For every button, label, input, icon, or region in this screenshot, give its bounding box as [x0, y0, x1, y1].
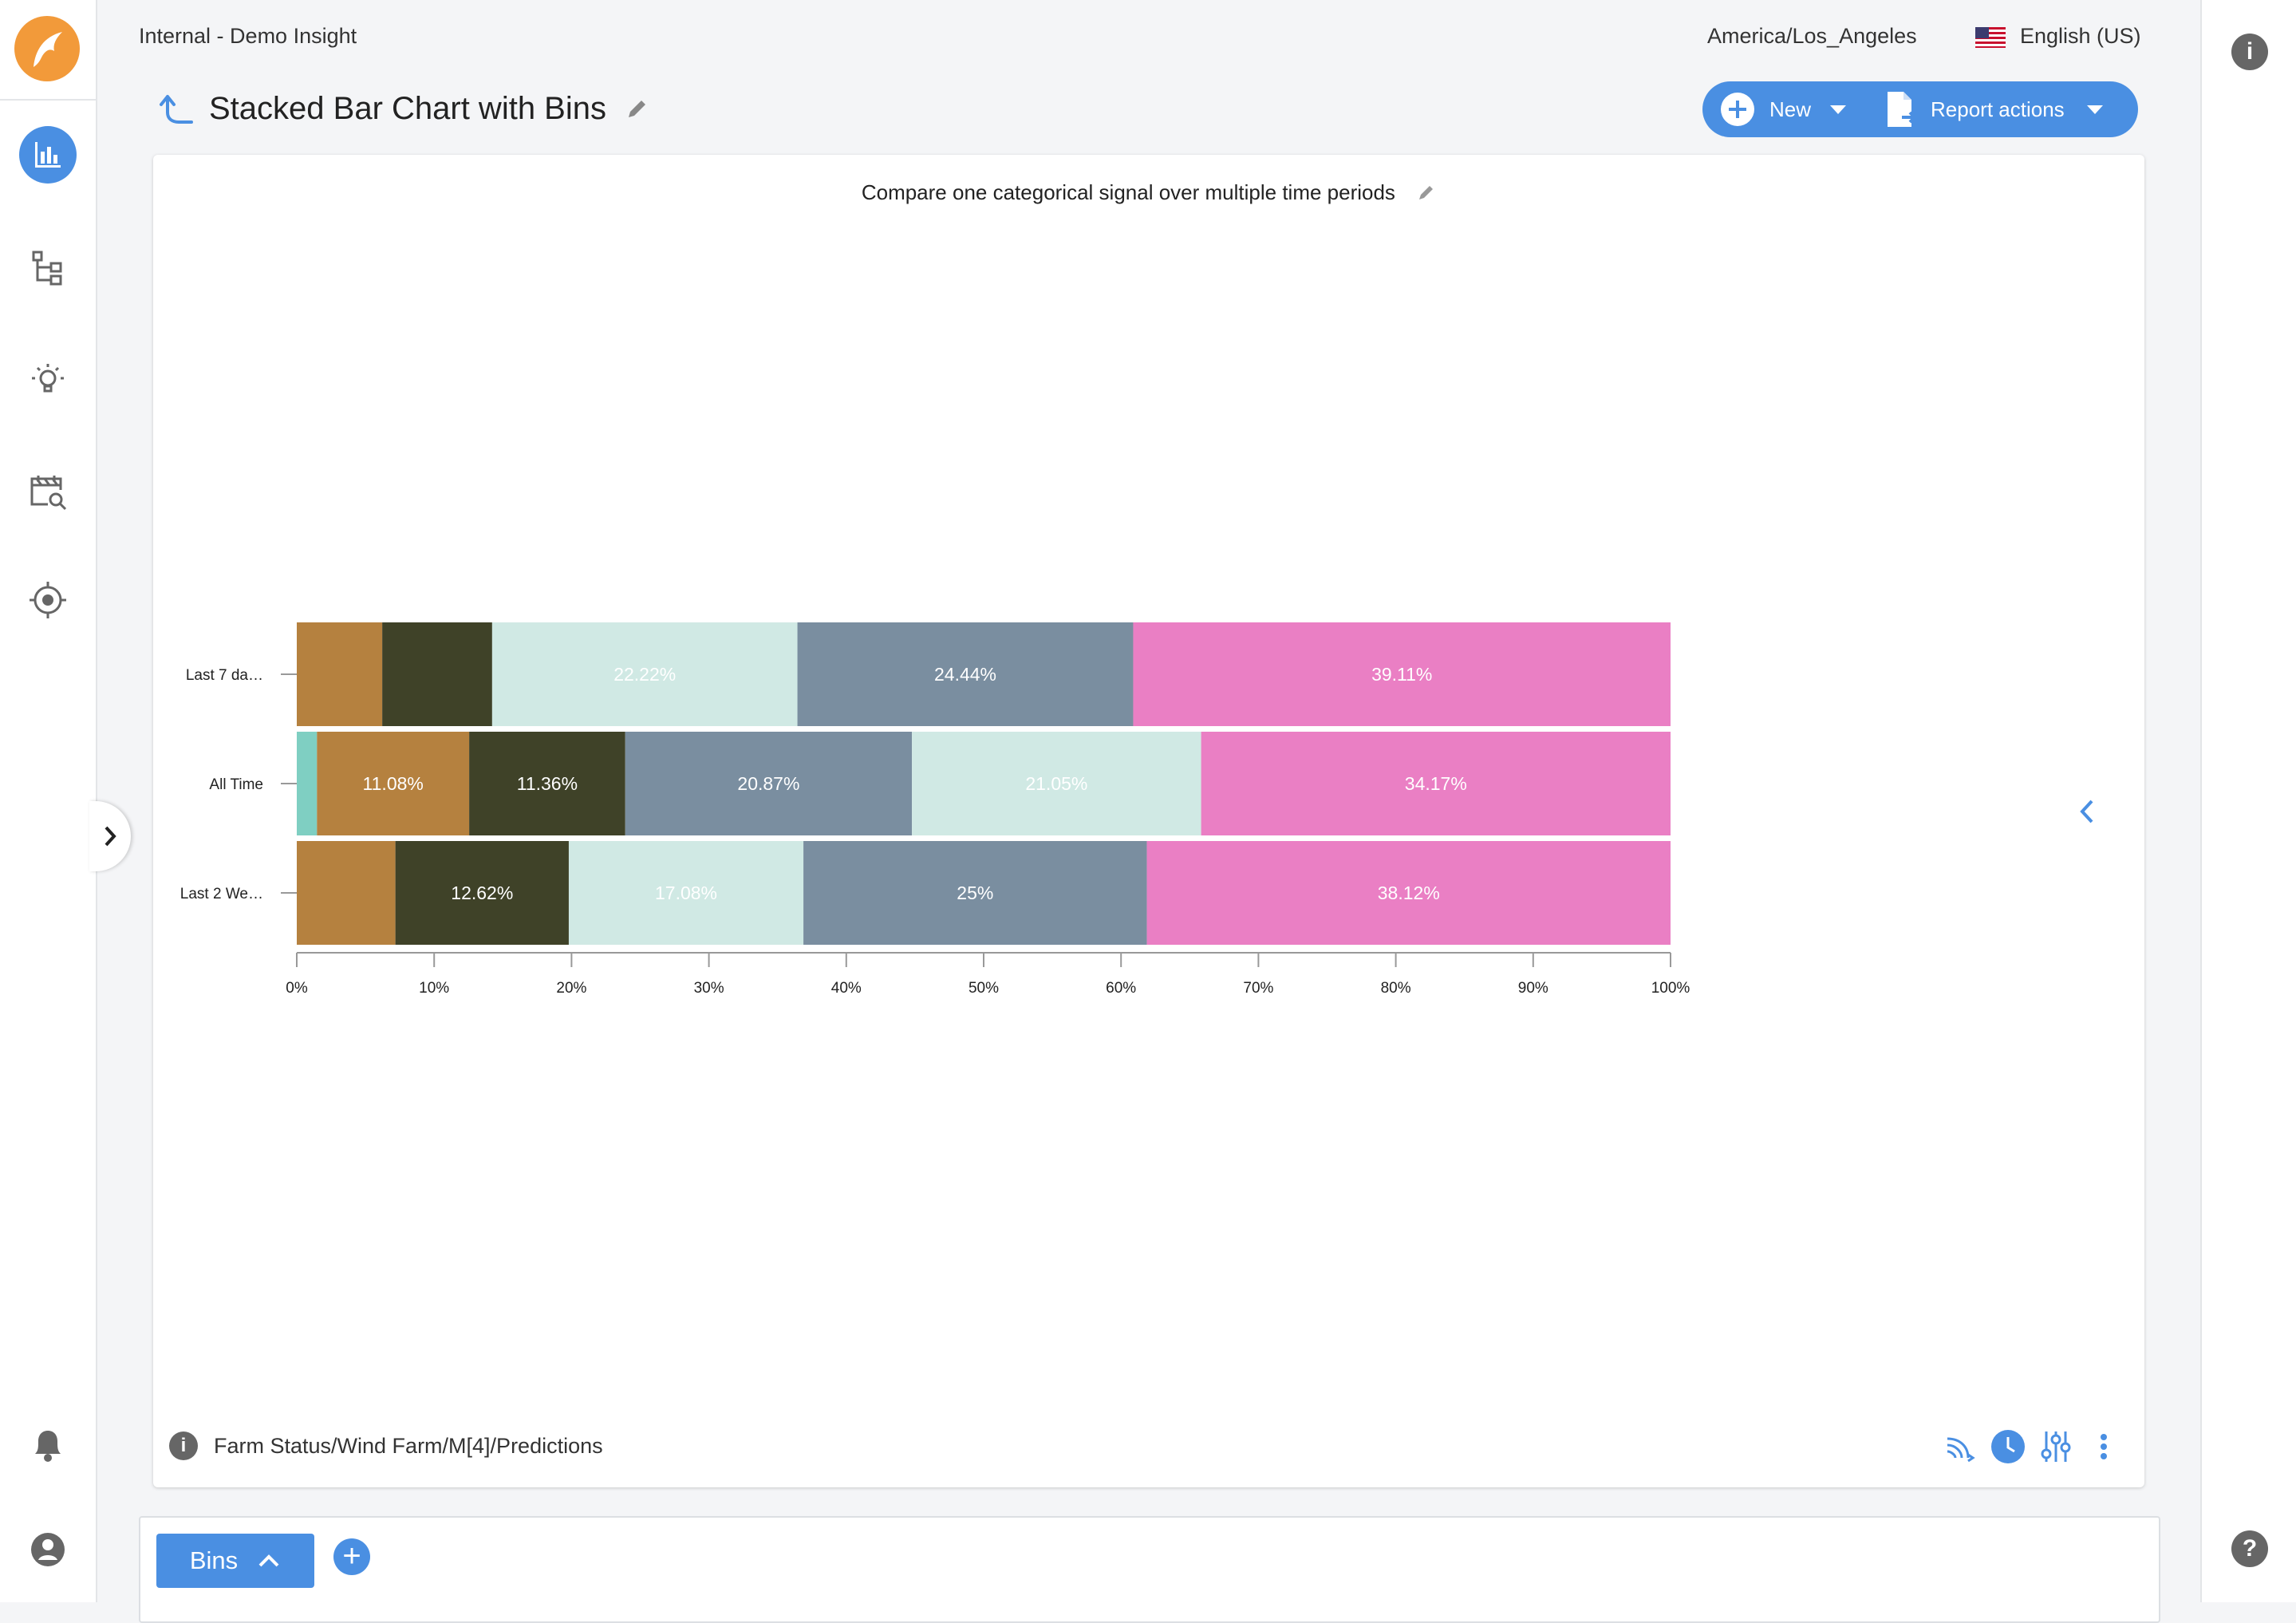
nav-analysis[interactable] [11, 118, 85, 192]
report-actions-button[interactable]: Report actions [1884, 90, 2103, 128]
segment-value-label: 21.05% [1025, 773, 1087, 794]
chevron-left-icon[interactable] [2076, 798, 2100, 825]
bell-icon [35, 1431, 61, 1462]
segment-value-label: 34.17% [1405, 773, 1467, 794]
segment-value-label: 39.11% [1371, 664, 1432, 685]
edit-title-icon[interactable] [625, 97, 649, 120]
segment-value-label: 12.62% [451, 883, 513, 903]
x-tick-label: 80% [1381, 980, 1411, 997]
new-dropdown-icon [1830, 105, 1847, 114]
signal-path: Farm Status/Wind Farm/M[4]/Predictions [214, 1433, 603, 1458]
chevron-up-icon [258, 1554, 279, 1567]
nav-asset-tree[interactable] [11, 231, 85, 305]
x-tick-label: 40% [831, 980, 862, 997]
info-icon[interactable]: i [2231, 34, 2268, 70]
segment-value-label: 38.12% [1378, 883, 1440, 903]
lightbulb-icon [32, 364, 64, 393]
settings-sliders-icon[interactable] [2036, 1427, 2076, 1467]
help-icon[interactable]: ? [2231, 1530, 2268, 1567]
bar-segment [382, 622, 492, 726]
nav-target[interactable] [11, 563, 85, 637]
add-bin-button[interactable]: + [333, 1538, 370, 1575]
stacked-bar-chart: 0% 10% 20% 30% 40% 50% 60% 70% 80% 90% 100% 22.22% 2… [180, 622, 1690, 997]
app-logo[interactable] [14, 16, 80, 81]
clock-icon[interactable] [1988, 1427, 2028, 1467]
segment-value-label: 22.22% [613, 664, 676, 685]
page-title: Stacked Bar Chart with Bins [209, 90, 606, 126]
bins-label: Bins [189, 1546, 239, 1574]
x-tick-label: 20% [556, 980, 586, 997]
language-selector[interactable]: English (US) [2020, 24, 2141, 49]
add-circle-icon [1721, 93, 1754, 126]
signal-footer: i Farm Status/Wind Farm/M[4]/Predictions [169, 1431, 603, 1460]
nav-divider [0, 99, 96, 101]
chevron-right-icon [105, 826, 116, 847]
left-nav [0, 0, 97, 1602]
nav-notifications[interactable] [11, 1408, 85, 1481]
bar-chart-icon [19, 126, 77, 184]
x-tick-label: 30% [694, 980, 724, 997]
x-tick-label: 100% [1651, 980, 1690, 997]
x-tick-label: 50% [969, 980, 999, 997]
segment-value-label: 20.87% [737, 773, 799, 794]
trend-icon[interactable] [1940, 1427, 1980, 1467]
bar-segment [297, 732, 318, 835]
signal-info-icon[interactable]: i [169, 1431, 198, 1460]
x-tick-label: 70% [1243, 980, 1273, 997]
x-tick-label: 90% [1518, 980, 1548, 997]
x-tick-label: 0% [286, 980, 308, 997]
chart-card: Compare one categorical signal over mult… [153, 155, 2144, 1487]
segment-value-label: 11.08% [363, 773, 424, 794]
segment-value-label: 25% [957, 883, 993, 903]
nav-account[interactable] [11, 1513, 85, 1586]
report-actions-label: Report actions [1931, 97, 2065, 121]
bins-tab-button[interactable]: Bins [156, 1534, 314, 1588]
category-label: Last 2 We… [180, 886, 263, 902]
segment-value-label: 17.08% [655, 883, 717, 903]
target-icon [30, 582, 66, 618]
workspace-name[interactable]: Internal - Demo Insight [139, 24, 357, 49]
segment-value-label: 24.44% [934, 664, 996, 685]
new-label: New [1769, 97, 1812, 121]
timezone-selector[interactable]: America/Los_Angeles [1707, 24, 1917, 49]
new-button[interactable]: New [1720, 92, 1847, 127]
action-bar: New Report actions [1702, 81, 2138, 137]
report-file-icon [1888, 92, 1917, 127]
bar-segment [297, 841, 396, 945]
us-flag-icon [1975, 27, 2006, 48]
back-arrow-icon[interactable] [158, 90, 195, 127]
x-tick-label: 60% [1106, 980, 1136, 997]
user-icon [31, 1533, 65, 1566]
right-rail: i ? [2200, 0, 2296, 1602]
expand-panel-button[interactable] [89, 801, 131, 871]
nav-search-data[interactable] [11, 455, 85, 528]
calendar-search-icon [30, 476, 67, 511]
segment-value-label: 11.36% [517, 773, 578, 794]
report-actions-dropdown-icon [2086, 105, 2103, 114]
bar-segment [297, 622, 383, 726]
tree-icon [32, 251, 62, 286]
nav-insights[interactable] [11, 343, 85, 417]
bins-panel: Bins + [139, 1516, 2160, 1623]
more-vert-icon[interactable] [2084, 1427, 2124, 1467]
title-row: Stacked Bar Chart with Bins [158, 86, 649, 131]
x-tick-label: 10% [419, 980, 449, 997]
category-label: All Time [209, 776, 263, 793]
category-label: Last 7 da… [186, 667, 263, 684]
